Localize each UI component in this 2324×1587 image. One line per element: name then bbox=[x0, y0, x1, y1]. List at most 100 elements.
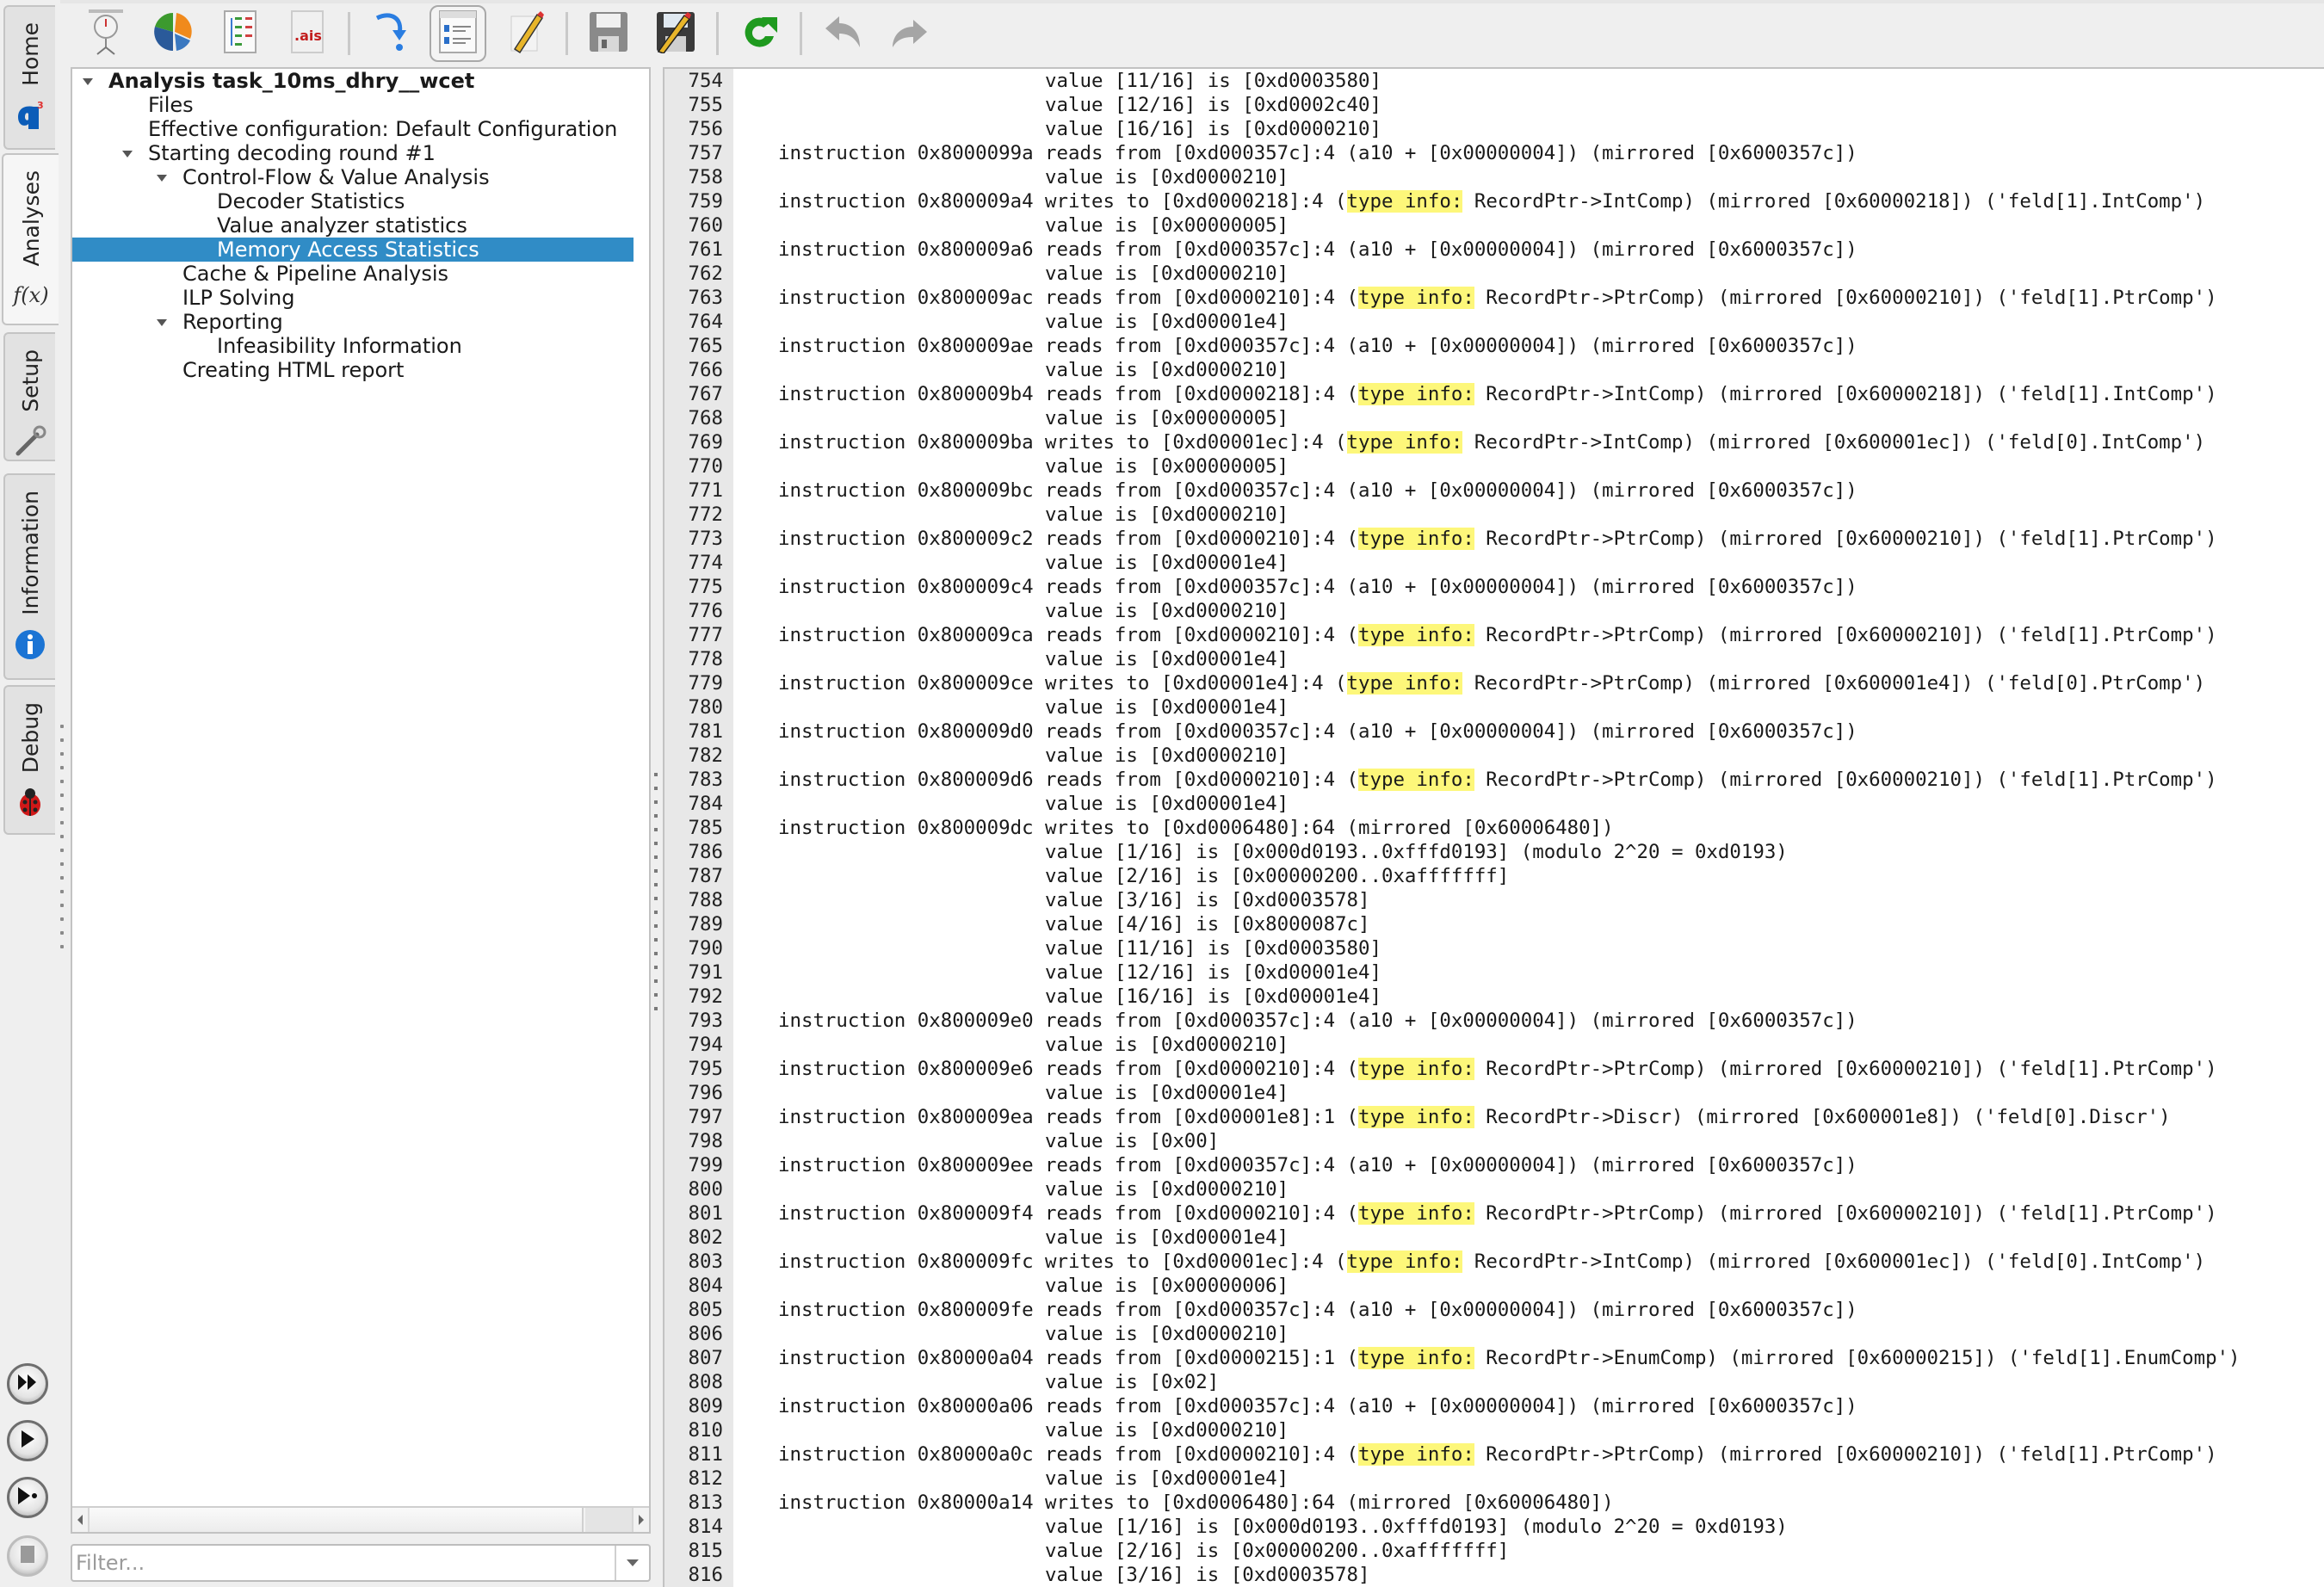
tree-item[interactable]: Decoder Statistics bbox=[72, 189, 649, 213]
wrench-icon bbox=[13, 424, 47, 459]
save-button[interactable] bbox=[580, 5, 637, 62]
tree-item[interactable]: Analysis task_10ms_dhry__wcet bbox=[72, 69, 649, 93]
line-text: instruction 0x800009fe reads from [0xd00… bbox=[778, 1299, 1857, 1321]
run-all-button[interactable] bbox=[7, 1363, 48, 1405]
vertical-splitter-handle[interactable] bbox=[59, 714, 67, 973]
tree-item[interactable]: Cache & Pipeline Analysis bbox=[72, 262, 649, 286]
tree-item[interactable]: Value analyzer statistics bbox=[72, 213, 649, 238]
save-as-button[interactable] bbox=[647, 5, 704, 62]
report-line: 778 value is [0xd00001e4] bbox=[664, 647, 2324, 671]
expand-arrow-icon[interactable] bbox=[157, 175, 167, 182]
line-number: 788 bbox=[688, 889, 723, 911]
tree-item[interactable]: Control-Flow & Value Analysis bbox=[72, 165, 649, 189]
line-text: value is [0xd00001e4] bbox=[778, 1226, 1289, 1249]
line-text: value [12/16] is [0xd0002c40] bbox=[778, 94, 1381, 116]
tab-debug[interactable]: Debug bbox=[3, 685, 55, 835]
line-text: value is [0xd00001e4] bbox=[778, 793, 1289, 815]
tree-item[interactable]: Reporting bbox=[72, 310, 649, 334]
tree-item[interactable]: Starting decoding round #1 bbox=[72, 141, 649, 165]
ais-file-button[interactable]: .ais bbox=[279, 5, 336, 62]
type-info-highlight: type info: bbox=[1358, 1347, 1474, 1369]
edit-button[interactable] bbox=[497, 5, 553, 62]
tree-view-button[interactable] bbox=[212, 5, 269, 62]
scrollbar-track[interactable] bbox=[585, 1508, 632, 1532]
run-button[interactable] bbox=[7, 1420, 48, 1461]
line-text: value is [0x00000006] bbox=[778, 1275, 1289, 1297]
line-number: 774 bbox=[688, 552, 723, 574]
timing-analysis-button[interactable] bbox=[77, 5, 134, 62]
tab-analyses[interactable]: Analyses f(x) bbox=[2, 153, 59, 325]
report-line: 816 value [3/16] is [0xd0003578] bbox=[664, 1563, 2324, 1587]
line-text: instruction 0x800009c4 reads from [0xd00… bbox=[778, 576, 1857, 598]
type-info-highlight: type info: bbox=[1358, 1202, 1474, 1225]
step-into-button[interactable] bbox=[362, 5, 419, 62]
report-line: 796 value is [0xd00001e4] bbox=[664, 1081, 2324, 1105]
tab-analyses-label: Analyses bbox=[18, 170, 44, 267]
tree-item-label: Cache & Pipeline Analysis bbox=[182, 262, 449, 286]
expand-arrow-icon[interactable] bbox=[157, 319, 167, 326]
tree-item[interactable]: ILP Solving bbox=[72, 286, 649, 310]
tree-item[interactable]: Infeasibility Information bbox=[72, 334, 649, 358]
line-text: value is [0xd00001e4] bbox=[778, 648, 1289, 670]
report-line: 803 instruction 0x800009fc writes to [0xd… bbox=[664, 1250, 2324, 1274]
line-number: 779 bbox=[688, 672, 723, 695]
tree-item-label: Infeasibility Information bbox=[217, 334, 462, 358]
report-view-button[interactable] bbox=[430, 5, 486, 62]
tree-item[interactable]: Memory Access Statistics bbox=[72, 238, 634, 262]
redo-button[interactable] bbox=[881, 5, 938, 62]
tree-item[interactable]: Files bbox=[72, 93, 649, 117]
line-number: 804 bbox=[688, 1275, 723, 1297]
line-number: 815 bbox=[688, 1540, 723, 1562]
line-number: 764 bbox=[688, 311, 723, 333]
tab-setup[interactable]: Setup bbox=[3, 332, 55, 461]
refresh-icon bbox=[738, 10, 781, 57]
scroll-right-button[interactable] bbox=[632, 1508, 649, 1532]
analysis-tree-panel: Analysis task_10ms_dhry__wcet Files Effect… bbox=[71, 67, 651, 1534]
line-text: value [16/16] is [0xd0000210] bbox=[778, 118, 1381, 140]
line-number: 806 bbox=[688, 1323, 723, 1345]
line-number: 816 bbox=[688, 1564, 723, 1586]
memory-access-report-view[interactable]: 754 value [11/16] is [0xd0003580] 755 val… bbox=[663, 67, 2324, 1587]
line-number: 798 bbox=[688, 1130, 723, 1152]
fast-forward-icon bbox=[16, 1373, 39, 1395]
report-line: 763 instruction 0x800009ac reads from [0x… bbox=[664, 286, 2324, 310]
expand-arrow-icon[interactable] bbox=[122, 151, 133, 157]
info-icon bbox=[13, 627, 47, 662]
tab-information[interactable]: Information bbox=[3, 473, 55, 680]
tree-item-label: Starting decoding round #1 bbox=[148, 141, 436, 165]
expand-arrow-icon[interactable] bbox=[83, 78, 93, 85]
line-text: value is [0xd0000210] bbox=[778, 600, 1289, 622]
panel-splitter[interactable] bbox=[651, 67, 663, 1587]
line-text: instruction 0x800009bc reads from [0xd00… bbox=[778, 479, 1857, 502]
report-view-icon bbox=[438, 9, 478, 58]
run-step-button[interactable] bbox=[7, 1477, 48, 1518]
tree-item-label: Files bbox=[148, 93, 194, 117]
tree-filter-combobox[interactable] bbox=[71, 1544, 651, 1582]
tree-horizontal-scrollbar[interactable] bbox=[72, 1506, 649, 1532]
scroll-left-button[interactable] bbox=[72, 1508, 90, 1532]
analysis-tree: Analysis task_10ms_dhry__wcet Files Effect… bbox=[72, 69, 649, 1506]
type-info-highlight: type info: bbox=[1346, 431, 1463, 454]
line-text: instruction 0x800009e0 reads from [0xd00… bbox=[778, 1010, 1857, 1032]
tree-item[interactable]: Effective configuration: Default Configu… bbox=[72, 117, 649, 141]
report-line: 802 value is [0xd00001e4] bbox=[664, 1226, 2324, 1250]
report-line: 815 value [2/16] is [0x00000200..0xaffff… bbox=[664, 1539, 2324, 1563]
refresh-button[interactable] bbox=[731, 5, 788, 62]
tree-item[interactable]: Creating HTML report bbox=[72, 358, 649, 382]
scrollbar-thumb[interactable] bbox=[90, 1508, 584, 1532]
report-line: 764 value is [0xd00001e4] bbox=[664, 310, 2324, 334]
line-text: value is [0x02] bbox=[778, 1371, 1220, 1393]
tab-home[interactable]: Home 3 bbox=[3, 5, 55, 150]
filter-dropdown-button[interactable] bbox=[615, 1546, 649, 1580]
line-text: value [1/16] is [0x000d0193..0xfffd0193]… bbox=[778, 1516, 1788, 1538]
report-line: 810 value is [0xd0000210] bbox=[664, 1418, 2324, 1442]
statistics-button[interactable] bbox=[145, 5, 201, 62]
tab-setup-label: Setup bbox=[17, 349, 43, 412]
stop-button[interactable] bbox=[7, 1535, 48, 1577]
line-number: 784 bbox=[688, 793, 723, 815]
report-line: 784 value is [0xd00001e4] bbox=[664, 792, 2324, 816]
filter-input[interactable] bbox=[76, 1547, 609, 1578]
type-info-highlight: type info: bbox=[1358, 287, 1474, 309]
undo-button[interactable] bbox=[814, 5, 871, 62]
toolbar-separator bbox=[348, 12, 350, 55]
